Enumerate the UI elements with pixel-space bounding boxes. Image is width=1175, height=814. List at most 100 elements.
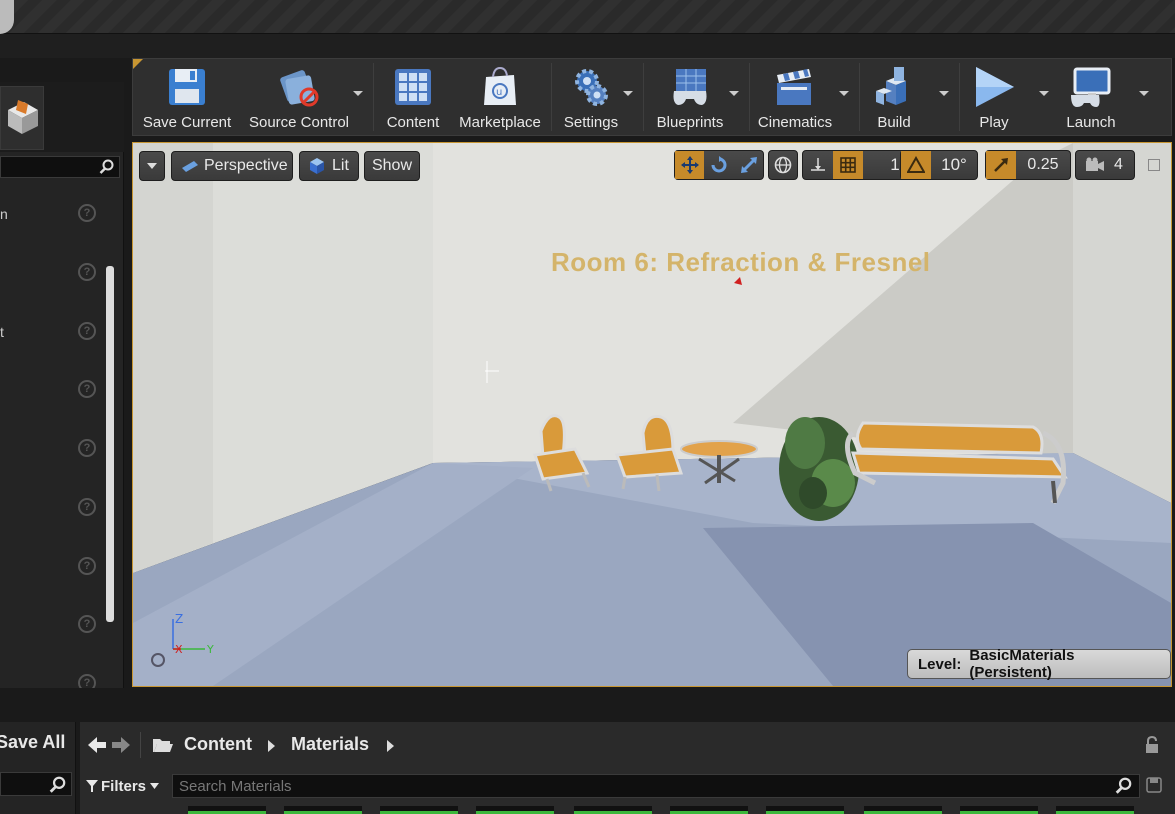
settings-button[interactable]: Settings: [557, 61, 625, 133]
scale-snap-toggle[interactable]: [986, 151, 1016, 179]
scale-tool-button[interactable]: [734, 151, 763, 179]
toolbar-separator: [373, 63, 374, 131]
rotation-snap-toggle[interactable]: [901, 151, 931, 179]
translate-tool-button[interactable]: [675, 151, 704, 179]
transform-tools-group: [674, 150, 764, 180]
list-item[interactable]: ?: [0, 261, 104, 285]
scale-arrows-icon: [740, 157, 757, 173]
grid-snap-toggle[interactable]: [833, 151, 863, 179]
asset-thumbnail[interactable]: [380, 806, 458, 814]
help-icon[interactable]: ?: [78, 263, 96, 281]
marketplace-button[interactable]: u Marketplace: [453, 61, 547, 133]
breadcrumb-content[interactable]: Content: [184, 734, 252, 755]
toolbar-button-label: Cinematics: [757, 114, 833, 131]
list-item[interactable]: ?: [0, 613, 104, 637]
level-label: Level:: [918, 655, 962, 673]
toolbar-button-label: Source Control: [248, 114, 350, 131]
perspective-button[interactable]: Perspective: [171, 151, 293, 181]
launch-button[interactable]: Launch: [1055, 61, 1127, 133]
help-icon[interactable]: ?: [78, 322, 96, 340]
play-dropdown-icon[interactable]: [1039, 91, 1049, 96]
lock-icon[interactable]: [1144, 736, 1160, 754]
menu-bar: [0, 34, 1175, 58]
blueprints-dropdown-icon[interactable]: [729, 91, 739, 96]
asset-thumbnail[interactable]: [188, 806, 266, 814]
asset-thumbnail[interactable]: [766, 806, 844, 814]
source-control-button[interactable]: Source Control: [241, 61, 357, 133]
viewport-scene[interactable]: [133, 143, 1171, 686]
level-editor-toolbar: Save Current Source Control Content u Ma…: [132, 58, 1172, 136]
play-icon: [976, 67, 1014, 107]
source-control-dropdown-icon[interactable]: [353, 91, 363, 96]
surface-snap-button[interactable]: [803, 151, 833, 179]
asset-thumbnail[interactable]: [476, 806, 554, 814]
modes-search-input[interactable]: [0, 156, 120, 178]
asset-thumbnail[interactable]: [864, 806, 942, 814]
asset-thumbnail[interactable]: [284, 806, 362, 814]
asset-thumbnail[interactable]: [960, 806, 1038, 814]
build-dropdown-icon[interactable]: [939, 91, 949, 96]
help-icon[interactable]: ?: [78, 380, 96, 398]
asset-thumbnail[interactable]: [670, 806, 748, 814]
perspective-icon: [182, 161, 198, 172]
build-button[interactable]: Build: [863, 61, 925, 133]
chevron-right-icon[interactable]: [268, 740, 275, 752]
help-icon[interactable]: ?: [78, 204, 96, 222]
toolbar-separator: [959, 63, 960, 131]
list-item[interactable]: ?: [0, 378, 104, 402]
gamepad-icon: [673, 69, 707, 105]
back-arrow-icon[interactable]: [88, 737, 106, 753]
forward-arrow-icon[interactable]: [112, 737, 130, 753]
list-item[interactable]: ?: [0, 437, 104, 461]
save-all-button[interactable]: Save All: [0, 732, 65, 753]
lit-button[interactable]: Lit: [299, 151, 359, 181]
rotation-snap-value[interactable]: 10°: [931, 151, 977, 179]
viewport-options-button[interactable]: [139, 151, 165, 181]
help-icon[interactable]: ?: [78, 439, 96, 457]
cinematics-dropdown-icon[interactable]: [839, 91, 849, 96]
content-button[interactable]: Content: [379, 61, 447, 133]
asset-thumbnail[interactable]: [574, 806, 652, 814]
world-local-toggle[interactable]: [768, 150, 798, 180]
rotate-tool-button[interactable]: [704, 151, 734, 179]
show-button[interactable]: Show: [364, 151, 420, 181]
cinematics-button[interactable]: Cinematics: [751, 61, 839, 133]
search-icon: [49, 776, 66, 793]
list-item[interactable]: ?: [0, 555, 104, 579]
asset-thumbnail[interactable]: [1056, 806, 1134, 814]
axis-gizmo: Z X Y: [172, 612, 214, 656]
toolbar-button-label: Launch: [1066, 114, 1116, 131]
search-materials-field[interactable]: [172, 774, 1140, 798]
settings-dropdown-icon[interactable]: [623, 91, 633, 96]
modes-scrollbar[interactable]: [106, 266, 114, 622]
lit-cube-icon: [310, 158, 324, 174]
list-item[interactable]: ?: [0, 496, 104, 520]
unreal-editor-window: n? ? t? ? ? ? ? ? ? Save Current Source …: [0, 0, 1175, 814]
help-icon[interactable]: ?: [78, 674, 96, 688]
help-icon[interactable]: ?: [78, 615, 96, 633]
breadcrumb-separator: [140, 732, 141, 758]
search-icon: [99, 159, 114, 174]
launch-dropdown-icon[interactable]: [1139, 91, 1149, 96]
play-button[interactable]: Play: [961, 61, 1027, 133]
maximize-viewport-icon[interactable]: [1148, 159, 1160, 171]
help-icon[interactable]: ?: [78, 557, 96, 575]
help-icon[interactable]: [151, 653, 165, 667]
blueprints-button[interactable]: Blueprints: [647, 61, 733, 133]
help-icon[interactable]: ?: [78, 498, 96, 516]
save-search-icon[interactable]: [1146, 777, 1162, 793]
toolbar-button-label: Play: [979, 114, 1009, 131]
scale-snap-value[interactable]: 0.25: [1016, 151, 1070, 179]
place-mode-tab[interactable]: [0, 86, 44, 150]
breadcrumb-materials[interactable]: Materials: [291, 734, 369, 755]
save-current-button[interactable]: Save Current: [137, 61, 237, 133]
chevron-right-icon[interactable]: [387, 740, 394, 752]
camera-speed-button[interactable]: 4: [1075, 150, 1135, 180]
search-materials-input[interactable]: [179, 777, 1079, 795]
level-viewport[interactable]: Room 6: Refraction & Fresnel Perspective…: [132, 142, 1172, 687]
filters-button[interactable]: Filters: [86, 774, 160, 798]
list-item[interactable]: ?: [0, 672, 104, 688]
list-item[interactable]: t?: [0, 320, 104, 344]
list-item[interactable]: n?: [0, 202, 104, 226]
sources-search-input[interactable]: [0, 772, 72, 796]
